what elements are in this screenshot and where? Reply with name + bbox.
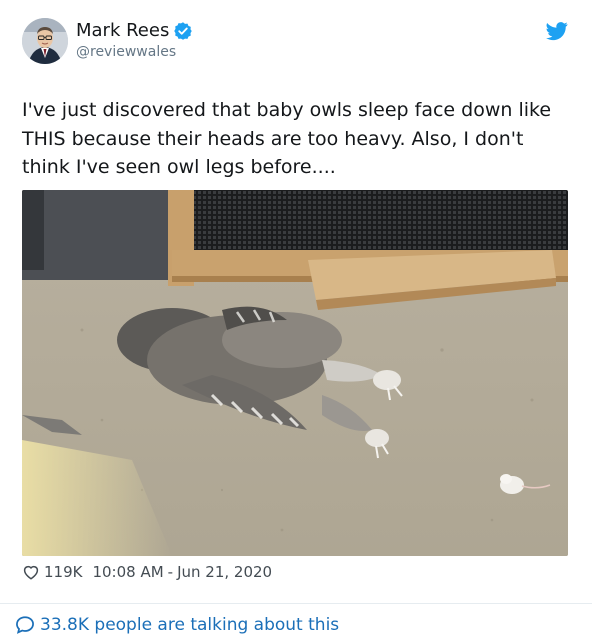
avatar[interactable]: [22, 18, 68, 64]
like-count[interactable]: 119K: [44, 563, 82, 581]
tweet-photo[interactable]: [22, 190, 568, 556]
conversation-link[interactable]: 33.8K people are talking about this: [14, 614, 339, 636]
speech-bubble-icon: [14, 614, 36, 636]
verified-badge-icon: [173, 21, 193, 41]
author-name-row[interactable]: Mark Rees: [76, 20, 193, 41]
tweet-text: I've just discovered that baby owls slee…: [22, 99, 552, 178]
conversation-label[interactable]: 33.8K people are talking about this: [40, 615, 339, 635]
divider: [0, 603, 592, 604]
tweet-card: Mark Rees @reviewwales I've just discove…: [0, 0, 592, 643]
tweet-date[interactable]: Jun 21, 2020: [177, 563, 272, 581]
author-handle[interactable]: @reviewwales: [76, 44, 176, 60]
sleeping-owlet-image: [22, 190, 568, 556]
tweet-time[interactable]: 10:08 AM: [92, 563, 163, 581]
meta-separator: -: [167, 563, 174, 581]
twitter-bird-icon[interactable]: [546, 20, 568, 42]
author-display-name[interactable]: Mark Rees: [76, 20, 169, 41]
heart-icon[interactable]: [22, 563, 40, 581]
avatar-image: [22, 18, 68, 64]
tweet-meta-row: 119K 10:08 AM - Jun 21, 2020: [22, 560, 272, 584]
